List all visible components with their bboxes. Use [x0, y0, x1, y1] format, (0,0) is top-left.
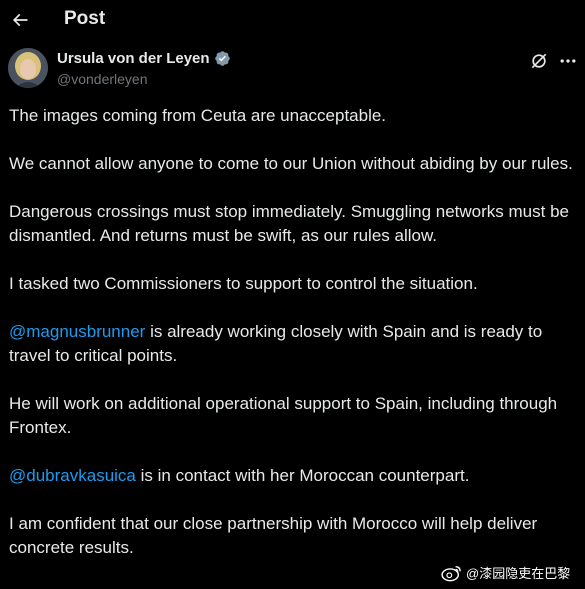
top-bar: Post: [0, 0, 585, 42]
grok-button[interactable]: [528, 50, 550, 72]
mention-link-dubravkasuica[interactable]: @dubravkasuica: [9, 466, 136, 485]
tweet-text: The images coming from Ceuta are unaccep…: [9, 104, 575, 584]
tweet-paragraph: @magnusbrunner is already working closel…: [9, 320, 575, 368]
tweet-paragraph: He will work on additional operational s…: [9, 394, 558, 437]
tweet-paragraph: Dangerous crossings must stop immediatel…: [9, 202, 569, 245]
tweet-paragraph: @dubravkasuica is in contact with her Mo…: [9, 464, 575, 488]
page-title: Post: [64, 8, 106, 29]
more-button[interactable]: [556, 50, 580, 72]
tweet-text-segment: is in contact with her Moroccan counterp…: [135, 466, 470, 485]
author-handle[interactable]: @vonderleyen: [57, 71, 148, 87]
watermark: @漆园隐吏在巴黎: [441, 563, 570, 582]
mention-link-magnusbrunner[interactable]: @magnusbrunner: [9, 322, 145, 341]
more-dots-icon: [560, 59, 576, 63]
grok-slash-icon: [531, 53, 547, 69]
tweet-paragraph: The images coming from Ceuta are unaccep…: [9, 106, 387, 125]
avatar[interactable]: [8, 48, 48, 88]
tweet-paragraph: We cannot allow anyone to come to our Un…: [9, 154, 573, 173]
verified-badge-icon: [214, 51, 230, 66]
arrow-left-icon: [12, 13, 28, 27]
weibo-logo-icon: [441, 565, 461, 581]
author-display-name[interactable]: Ursula von der Leyen: [57, 50, 210, 67]
tweet-paragraph: I tasked two Commissioners to support to…: [9, 274, 478, 293]
tweet-paragraph: I am confident that our close partnershi…: [9, 514, 538, 557]
back-button[interactable]: [6, 6, 34, 34]
watermark-text: @漆园隐吏在巴黎: [466, 566, 571, 581]
author-name-row: Ursula von der Leyen: [57, 50, 231, 67]
